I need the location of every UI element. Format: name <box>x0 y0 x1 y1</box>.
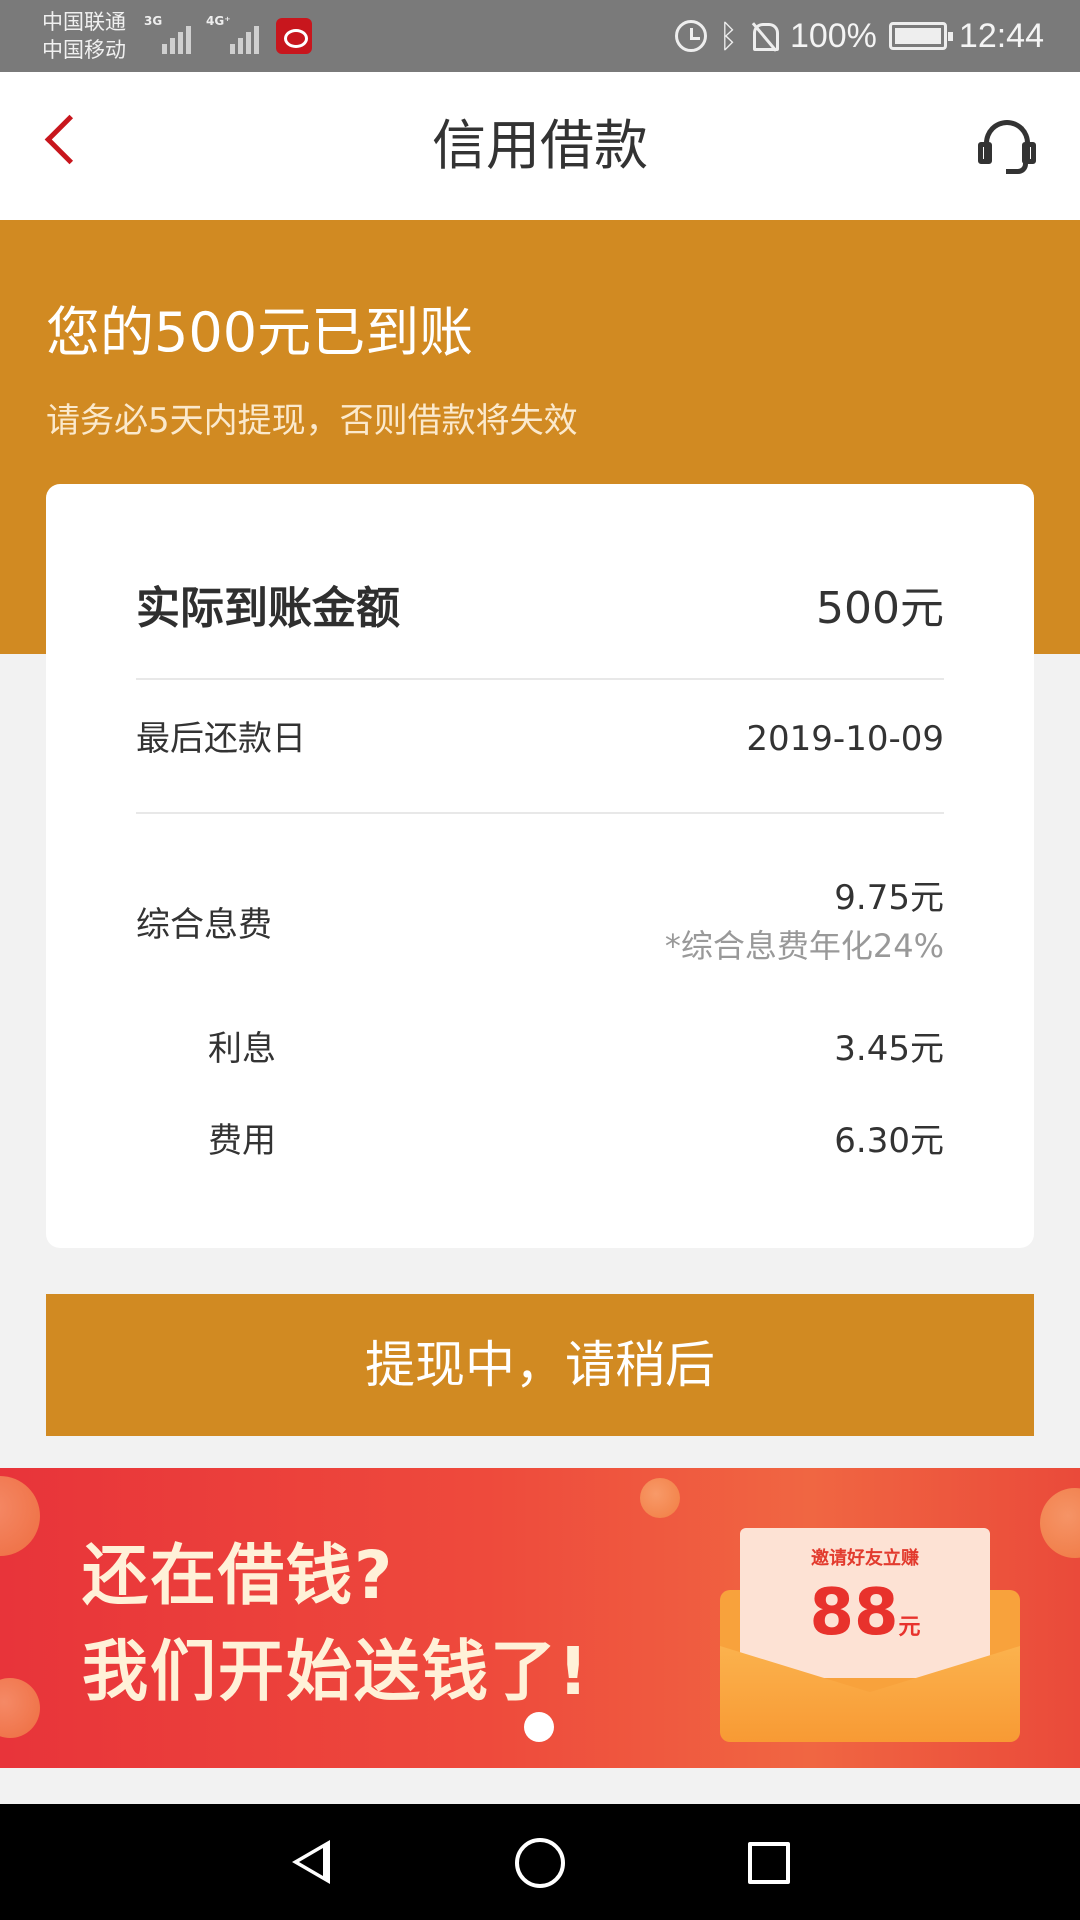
cost-label: 费用 <box>208 1121 276 1161</box>
red-envelope-icon: 邀请好友立赚 88元 <box>700 1520 1030 1756</box>
due-date-row: 最后还款日 2019-10-09 <box>136 714 944 764</box>
system-nav-bar <box>0 1804 1080 1920</box>
coin-decoration <box>640 1478 680 1518</box>
carrier-names: 中国联通 中国移动 <box>42 8 126 64</box>
clock-time: 12:44 <box>958 16 1044 55</box>
fee-annual-rate-note: *综合息费年化24% <box>664 927 944 965</box>
coin-decoration <box>0 1678 40 1738</box>
battery-percent: 100% <box>789 16 877 55</box>
loan-detail-card: 实际到账金额 500元 最后还款日 2019-10-09 综合息费 9.75元 … <box>46 484 1034 1248</box>
interest-value: 3.45元 <box>834 1029 944 1069</box>
promo-headline: 还在借钱? <box>82 1537 395 1614</box>
due-date-label: 最后还款日 <box>136 719 306 759</box>
amount-value: 500元 <box>816 583 944 634</box>
divider <box>136 678 944 680</box>
amount-row: 实际到账金额 500元 <box>136 574 944 644</box>
app-header: 信用借款 <box>0 72 1080 220</box>
nav-back-icon[interactable] <box>284 1836 334 1888</box>
invite-text: 邀请好友立赚 <box>811 1548 919 1569</box>
promo-banner[interactable]: 还在借钱? 我们开始送钱了! 邀请好友立赚 88元 <box>0 1468 1080 1768</box>
network-type-1: 3G <box>144 14 163 28</box>
interest-label: 利息 <box>208 1029 276 1069</box>
page-title: 信用借款 <box>432 114 648 177</box>
carousel-indicator[interactable] <box>524 1712 554 1742</box>
cost-value: 6.30元 <box>834 1121 944 1161</box>
carrier-1: 中国联通 <box>42 10 126 34</box>
total-fee-label: 综合息费 <box>136 905 272 945</box>
coin-decoration <box>0 1476 40 1556</box>
bluetooth-icon: ᛒ <box>718 17 738 54</box>
divider <box>136 812 944 814</box>
signal-bars-icon <box>230 18 259 54</box>
battery-icon <box>888 22 953 50</box>
mute-bell-icon <box>750 21 779 51</box>
amount-label: 实际到账金额 <box>136 583 400 634</box>
due-date-value: 2019-10-09 <box>746 719 944 759</box>
headset-icon[interactable] <box>978 116 1036 176</box>
alarm-icon <box>674 20 707 52</box>
total-fee-row: 综合息费 9.75元 *综合息费年化24% <box>136 874 944 974</box>
promo-subheadline: 我们开始送钱了! <box>82 1633 591 1710</box>
nav-recents-icon[interactable] <box>748 1842 790 1884</box>
nav-home-icon[interactable] <box>515 1838 565 1888</box>
arrival-title: 您的500元已到账 <box>46 301 474 364</box>
interest-row: 利息 3.45元 <box>136 1024 944 1074</box>
coin-decoration <box>1040 1488 1080 1558</box>
arrival-subtitle: 请务必5天内提现，否则借款将失效 <box>46 401 578 441</box>
withdraw-status-button[interactable]: 提现中，请稍后 <box>46 1294 1034 1436</box>
signal-bars-icon <box>162 18 191 54</box>
carrier-2: 中国移动 <box>42 38 126 62</box>
status-bar: 中国联通 中国移动 3G 4G⁺ ᛒ 100% 12:44 <box>0 0 1080 72</box>
weibo-icon <box>276 18 312 54</box>
cost-row: 费用 6.30元 <box>136 1116 944 1166</box>
network-type-2: 4G⁺ <box>206 14 231 28</box>
bonus-amount: 88元 <box>809 1576 921 1650</box>
total-fee-value: 9.75元 <box>834 878 944 918</box>
